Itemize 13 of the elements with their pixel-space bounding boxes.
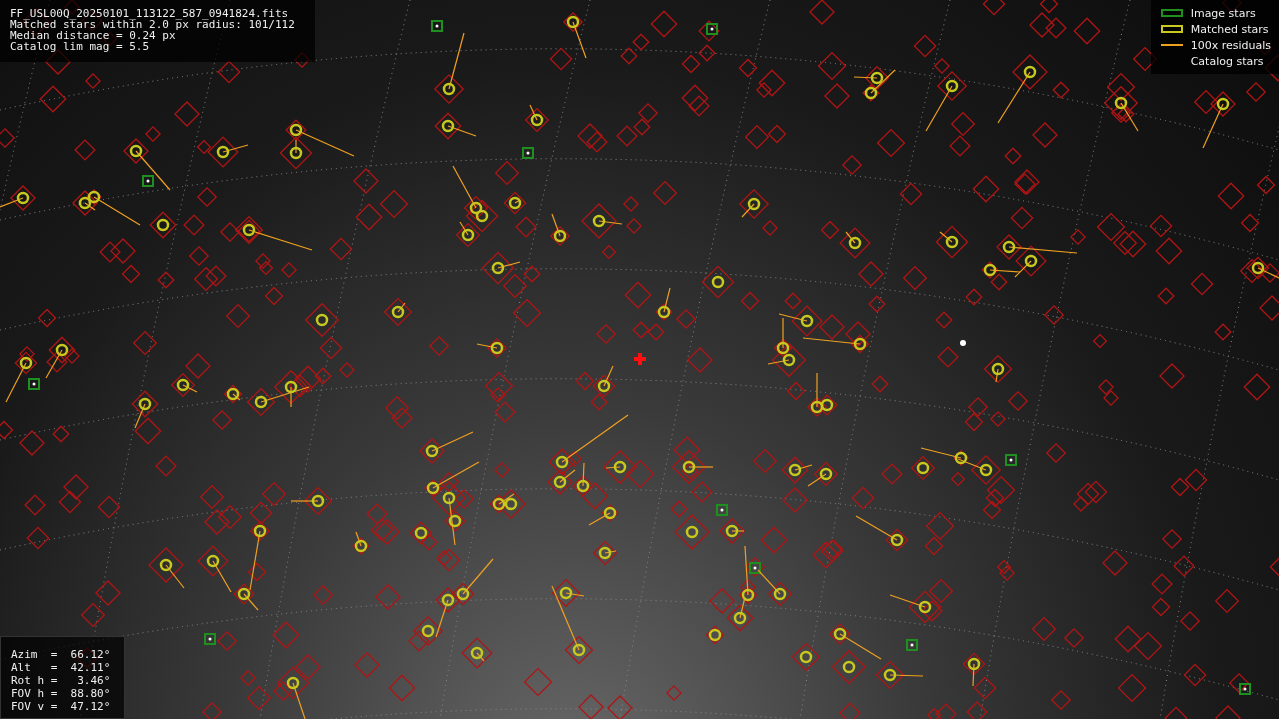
- pointing-text: Rot h = 3.46°: [11, 675, 111, 686]
- legend-label: Matched stars: [1190, 22, 1269, 36]
- legend-label: Image stars: [1190, 6, 1256, 20]
- legend-label: 100x residuals: [1190, 38, 1271, 52]
- info-text: FF_USL00Q_20250101_113122_587_0941824.fits: [10, 8, 290, 19]
- pointing-text: FOV h = 88.80°: [11, 688, 111, 699]
- pointing-text: Alt = 42.11°: [11, 662, 111, 673]
- info-text: Matched stars within 2.0 px radius: 101/112: [10, 19, 295, 30]
- pointing-text: Azim = 66.12°: [11, 649, 111, 660]
- info-text: Median distance = 0.24 px: [10, 30, 176, 41]
- legend-label: Catalog stars: [1190, 54, 1264, 68]
- pointing-text: FOV v = 47.12°: [11, 701, 111, 712]
- info-text: Catalog lim mag = 5.5: [10, 41, 151, 52]
